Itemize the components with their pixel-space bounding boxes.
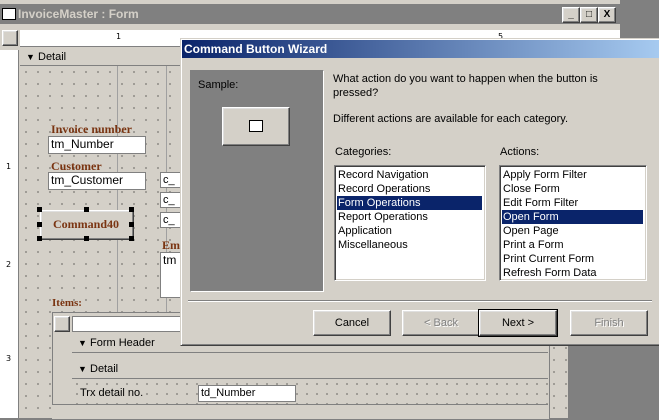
section-arrow-icon: ▼ [78, 338, 87, 348]
wizard-question-line2: pressed? [333, 87, 379, 99]
access-window-title: InvoiceMaster : Form [18, 7, 139, 21]
resize-handle[interactable] [129, 207, 134, 212]
resize-handle[interactable] [37, 207, 42, 212]
command40-label: Command40 [53, 217, 120, 231]
action-item[interactable]: Open Page [503, 224, 559, 238]
resize-handle[interactable] [37, 222, 42, 227]
cancel-button[interactable]: Cancel [313, 310, 391, 336]
finish-button[interactable]: Finish [570, 310, 648, 336]
vruler-mark-1: 1 [6, 162, 12, 171]
categories-label: Categories: [335, 146, 392, 158]
resize-handle[interactable] [84, 236, 89, 241]
items-label[interactable]: Items: [52, 297, 82, 309]
vruler-mark-2: 2 [6, 260, 12, 269]
form-icon [249, 120, 263, 132]
resize-handle[interactable] [129, 236, 134, 241]
back-button[interactable]: < Back [402, 310, 480, 336]
c-field-3[interactable]: c_ [160, 212, 182, 228]
detail-section-label: Detail [38, 51, 67, 63]
ruler-mark-1: 1 [116, 32, 122, 41]
vruler-mark-3: 3 [6, 354, 12, 363]
subform-detail-bar[interactable]: ▼ Detail [72, 362, 548, 379]
wizard-title: Command Button Wizard [184, 42, 328, 56]
next-button[interactable]: Next > [478, 309, 558, 337]
em-label[interactable]: Em [162, 238, 180, 253]
sample-button-preview [222, 107, 290, 146]
c-field-2[interactable]: c_ [160, 192, 182, 208]
td-number-field[interactable]: td_Number [198, 385, 296, 402]
resize-handle[interactable] [37, 236, 42, 241]
category-item[interactable]: Record Operations [338, 182, 430, 196]
resize-handle[interactable] [129, 222, 134, 227]
category-item[interactable]: Miscellaneous [338, 238, 408, 252]
sample-label: Sample: [198, 79, 239, 91]
actions-label: Actions: [500, 146, 540, 158]
wizard-title-bar[interactable]: Command Button Wizard [182, 40, 659, 58]
actions-listbox[interactable]: Apply Form Filter Close Form Edit Form F… [499, 165, 647, 281]
section-arrow-icon: ▼ [26, 52, 35, 62]
wizard-question-line1: What action do you want to happen when t… [333, 73, 598, 85]
action-item-selected[interactable]: Open Form [502, 210, 643, 224]
close-button[interactable]: X [598, 7, 616, 23]
action-item[interactable]: Print a Form [503, 238, 564, 252]
categories-listbox[interactable]: Record Navigation Record Operations Form… [334, 165, 486, 281]
maximize-button[interactable]: □ [580, 7, 598, 23]
minimize-button[interactable]: _ [562, 7, 580, 23]
access-title-bar[interactable]: InvoiceMaster : Form _ □ X [0, 4, 620, 24]
category-item[interactable]: Report Operations [338, 210, 428, 224]
customer-field[interactable]: tm_Customer [48, 172, 146, 190]
subform-selector-box[interactable] [54, 316, 70, 332]
form-icon [2, 8, 16, 20]
category-item[interactable]: Record Navigation [338, 168, 429, 182]
invoice-number-field[interactable]: tm_Number [48, 136, 146, 154]
c-field-1[interactable]: c_ [160, 172, 182, 188]
invoice-number-label[interactable]: Invoice number [51, 122, 132, 137]
form-selector-box[interactable] [2, 30, 18, 46]
action-item[interactable]: Close Form [503, 182, 560, 196]
vertical-ruler[interactable]: 1 2 3 [0, 50, 19, 418]
section-arrow-icon: ▼ [78, 364, 87, 374]
sample-preview-panel [190, 70, 324, 292]
action-item[interactable]: Print Current Form [503, 252, 594, 266]
action-item[interactable]: Refresh Form Data [503, 266, 597, 280]
resize-handle[interactable] [84, 207, 89, 212]
wizard-divider [188, 300, 652, 302]
category-item[interactable]: Application [338, 224, 392, 238]
category-item-selected[interactable]: Form Operations [337, 196, 482, 210]
subform-form-header-label: Form Header [90, 337, 155, 349]
subform-scrollbar[interactable] [52, 404, 548, 419]
action-item[interactable]: Edit Form Filter [503, 196, 578, 210]
tm-field[interactable]: tm [160, 252, 182, 298]
wizard-info-text: Different actions are available for each… [333, 113, 569, 125]
action-item[interactable]: Apply Form Filter [503, 168, 587, 182]
trx-detail-label[interactable]: Trx detail no. [80, 387, 144, 399]
subform-detail-label: Detail [90, 363, 119, 375]
